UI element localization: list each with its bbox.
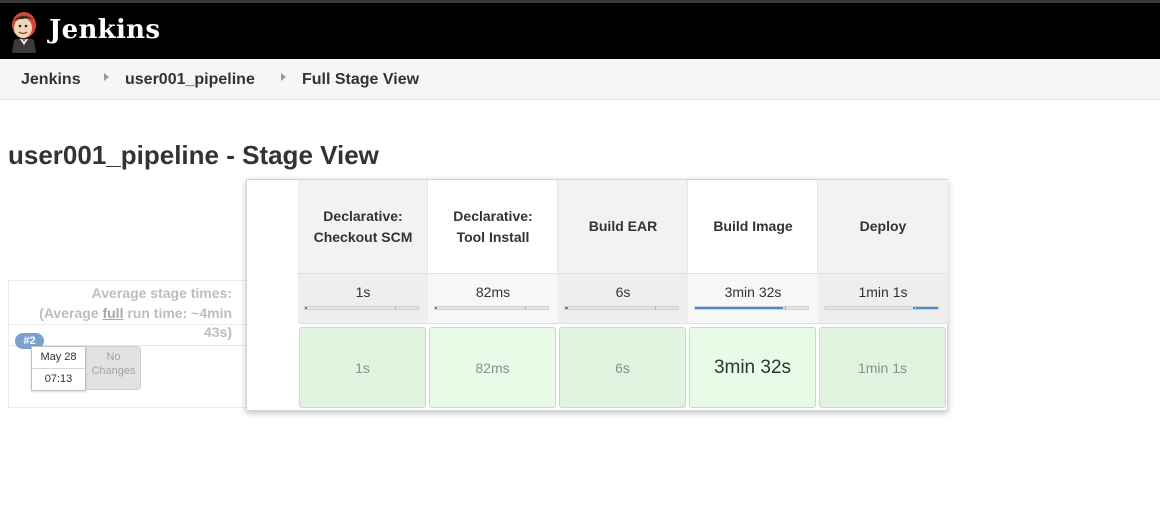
stage-cell-build-image[interactable]: 3min 32s — [689, 327, 816, 408]
stage-average-progress — [434, 306, 549, 310]
breadcrumb-separator-icon — [104, 73, 109, 81]
stage-cell-build-ear[interactable]: 6s — [559, 327, 686, 408]
stage-average-time: 6s — [615, 284, 631, 300]
progress-tick — [395, 306, 396, 310]
stage-average-progress-fill — [305, 307, 308, 309]
stage-cell-deploy[interactable]: 1min 1s — [819, 327, 946, 408]
stage-cell-tool-install[interactable]: 82ms — [429, 327, 556, 408]
stage-header-deploy: Deploy — [818, 180, 948, 273]
column-divider — [817, 180, 818, 273]
date-divider — [32, 368, 85, 369]
progress-tick — [785, 306, 786, 310]
stage-average-time: 3min 32s — [724, 284, 782, 300]
breadcrumb-pipeline[interactable]: user001_pipeline — [125, 71, 255, 89]
stage-average-progress — [694, 306, 809, 310]
stage-average-progress — [824, 306, 939, 310]
average-stage-times-label: Average stage times: — [91, 285, 232, 301]
changes-line-2: Changes — [91, 365, 136, 377]
column-divider — [557, 180, 558, 273]
stage-header-tool-install: Declarative: Tool Install — [428, 180, 558, 273]
stage-header-build-ear: Build EAR — [558, 180, 688, 273]
stage-header-build-image: Build Image — [688, 180, 818, 273]
jenkins-logo-icon[interactable] — [8, 11, 40, 53]
average-stage-times: Average stage times: (Average full run t… — [8, 280, 247, 324]
stage-average-build-ear: 6s — [558, 273, 688, 324]
stage-average-time: 1min 1s — [858, 284, 908, 300]
stage-average-progress-fill — [435, 307, 438, 309]
stage-average-progress — [564, 306, 679, 310]
page-title: user001_pipeline - Stage View — [8, 140, 379, 170]
stage-average-tool-install: 82ms — [428, 273, 558, 324]
build-date: May 28 — [40, 351, 77, 363]
progress-tick — [915, 306, 916, 310]
stage-cell-checkout-scm[interactable]: 1s — [299, 327, 426, 408]
stage-average-deploy: 1min 1s — [818, 273, 948, 324]
build-time: 07:13 — [44, 373, 73, 385]
build-changes[interactable]: No Changes — [86, 346, 141, 390]
average-run-time-label: (Average full run time: ~4min — [39, 305, 232, 321]
average-run-time-prefix: (Average — [39, 305, 103, 321]
jenkins-brand[interactable]: Jenkins — [49, 15, 160, 45]
top-header: Jenkins — [0, 0, 1160, 59]
stage-average-time: 82ms — [475, 284, 511, 300]
column-divider — [687, 180, 688, 273]
stage-average-progress-fill — [565, 307, 569, 309]
breadcrumb-jenkins[interactable]: Jenkins — [21, 71, 81, 89]
stage-average-checkout-scm: 1s — [298, 273, 428, 324]
build-date-box[interactable]: May 28 07:13 — [31, 346, 86, 391]
stage-average-build-image: 3min 32s — [688, 273, 818, 324]
stage-average-progress-fill — [913, 307, 938, 309]
breadcrumb: Jenkins user001_pipeline Full Stage View — [0, 59, 1160, 100]
breadcrumb-separator-icon — [281, 73, 286, 81]
stage-average-time: 1s — [355, 284, 371, 300]
stage-average-progress-fill — [695, 307, 784, 309]
full-run-time-link[interactable]: full — [102, 305, 123, 321]
stage-view-table: Declarative: Checkout SCM 1s 1s Declarat… — [246, 179, 948, 411]
progress-tick — [655, 306, 656, 310]
column-divider — [427, 180, 428, 273]
stage-header-checkout-scm: Declarative: Checkout SCM — [298, 180, 428, 273]
progress-tick — [525, 306, 526, 310]
average-run-time-suffix: run time: ~4min — [123, 305, 232, 321]
breadcrumb-full-stage-view[interactable]: Full Stage View — [302, 71, 419, 89]
changes-line-1: No — [106, 351, 121, 363]
stage-average-progress — [304, 306, 419, 310]
